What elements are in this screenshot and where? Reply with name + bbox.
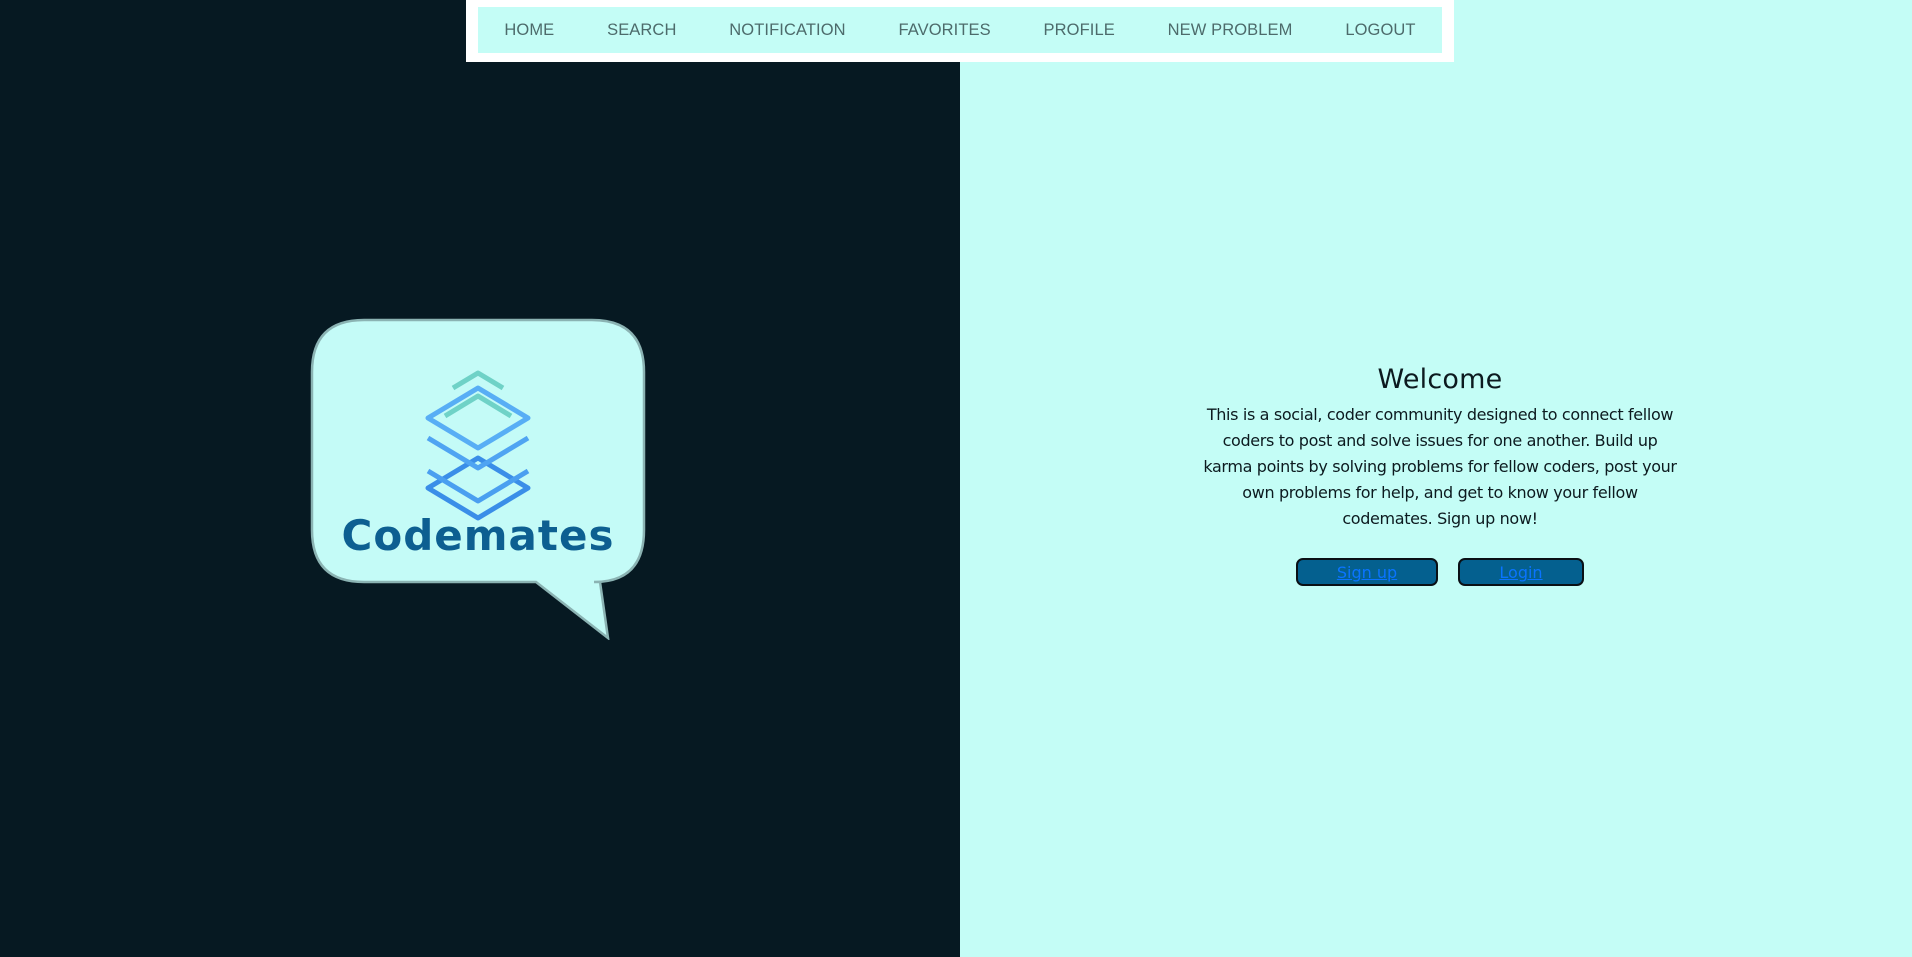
nav-profile[interactable]: PROFILE: [1044, 21, 1115, 40]
left-pane: Codemates: [0, 0, 960, 957]
top-navbar: HOME SEARCH NOTIFICATION FAVORITES PROFI…: [466, 0, 1454, 62]
welcome-title: Welcome: [1377, 364, 1503, 395]
welcome-description: This is a social, coder community design…: [1203, 405, 1677, 528]
nav-new-problem[interactable]: NEW PROBLEM: [1168, 21, 1293, 40]
welcome-section: Welcome This is a social, coder communit…: [1196, 360, 1684, 586]
codemates-logo: Codemates: [310, 318, 646, 640]
logo-text: Codemates: [342, 511, 615, 560]
signup-button[interactable]: Sign up: [1296, 558, 1438, 586]
nav-home[interactable]: HOME: [504, 21, 554, 40]
nav-notification[interactable]: NOTIFICATION: [729, 21, 845, 40]
page: Codemates HOME SEARCH NOTIFICATION FAVOR…: [0, 0, 1912, 957]
auth-buttons: Sign up Login: [1196, 558, 1684, 586]
nav-logout[interactable]: LOGOUT: [1345, 21, 1415, 40]
nav-search[interactable]: SEARCH: [607, 21, 676, 40]
nav-favorites[interactable]: FAVORITES: [898, 21, 990, 40]
login-button[interactable]: Login: [1458, 558, 1584, 586]
nav-links-container: HOME SEARCH NOTIFICATION FAVORITES PROFI…: [478, 7, 1442, 53]
